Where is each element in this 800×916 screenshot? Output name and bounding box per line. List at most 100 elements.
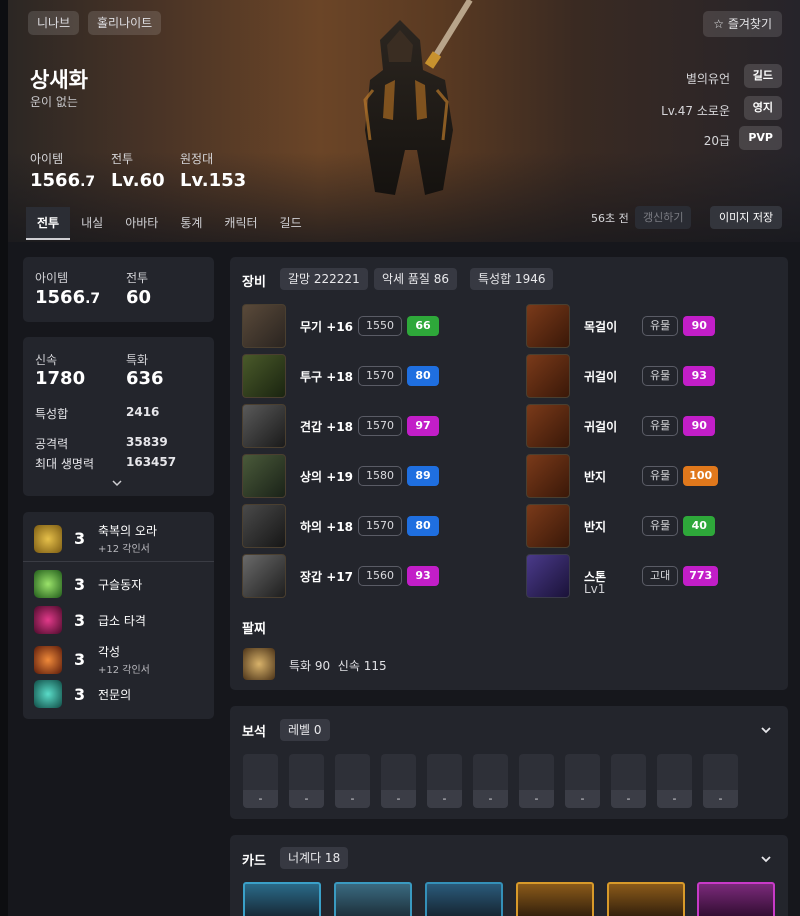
gem-label: - [611, 790, 646, 808]
stat-crit-label: 특화 [126, 353, 149, 367]
item-grade: 유물 [642, 316, 679, 336]
character-title: 운이 없는 [30, 95, 78, 109]
tab-combat[interactable]: 전투 [26, 207, 71, 240]
equipment-top[interactable]: 상의 +19 1580 89 [242, 454, 439, 498]
cards-title: 카드 [242, 854, 266, 869]
gem-label: - [703, 790, 738, 808]
accessory-earring[interactable]: 귀걸이 유물 90 [526, 404, 716, 448]
header-item-level-value: 1566 [30, 170, 81, 191]
bracelet-title: 팔찌 [242, 622, 266, 637]
summary-combat-value: 60 [126, 287, 152, 308]
stat-attack-label: 공격력 [35, 437, 69, 451]
equipment-gloves[interactable]: 장갑 +17 1560 93 [242, 554, 439, 598]
equipment-tag: 특성합 1946 [470, 268, 554, 290]
pvp-button[interactable]: PVP [739, 126, 782, 150]
engraving-item[interactable]: 3 축복의 오라 +12 각인서 [34, 522, 157, 555]
gem-slot[interactable]: - [519, 754, 554, 808]
stat-hp-label: 최대 생명력 [35, 457, 95, 471]
item-level: 1570 [358, 366, 402, 386]
chevron-down-icon[interactable] [759, 723, 773, 737]
summary-item-label: 아이템 [35, 271, 69, 285]
header-expedition-level-label: 원정대 [180, 152, 214, 166]
item-level: 1580 [358, 466, 402, 486]
favorite-button[interactable]: ☆ 즐겨찾기 [703, 11, 782, 37]
class-chip[interactable]: 홀리나이트 [88, 11, 162, 35]
gem-slot[interactable]: - [657, 754, 692, 808]
gem-slot[interactable]: - [565, 754, 600, 808]
guild-button[interactable]: 길드 [743, 64, 782, 88]
server-chip[interactable]: 니나브 [28, 11, 80, 35]
chevron-down-icon[interactable] [759, 852, 773, 866]
equipment-tag: 악세 품질 86 [374, 268, 458, 290]
gem-slot[interactable]: - [381, 754, 416, 808]
engraving-item[interactable]: 3 전문의 [34, 680, 131, 708]
gem-slot[interactable]: - [703, 754, 738, 808]
accessory-necklace[interactable]: 목걸이 유물 90 [526, 304, 716, 348]
bracelet-icon[interactable] [243, 648, 275, 680]
tab-internal[interactable]: 내실 [70, 207, 114, 240]
gem-slot[interactable]: - [427, 754, 462, 808]
tab-characters[interactable]: 캐릭터 [213, 207, 268, 240]
item-quality: 90 [683, 416, 716, 436]
accessory-ring[interactable]: 반지 유물 100 [526, 454, 719, 498]
guild-name: 별의유언 [685, 72, 730, 86]
item-name: 목걸이 [584, 319, 618, 334]
ring-icon [526, 454, 570, 498]
engraving-item[interactable]: 3 급소 타격 [34, 606, 146, 634]
card-slot[interactable] [697, 882, 775, 916]
bracelet-stats: 특화 90 신속 115 [289, 659, 387, 673]
character-artwork [363, 0, 473, 195]
estate-button[interactable]: 영지 [743, 96, 782, 120]
gem-slot[interactable]: - [243, 754, 278, 808]
gem-label: - [657, 790, 692, 808]
profile-tabs: 전투 내실 아바타 통계 캐릭터 길드 [26, 207, 313, 240]
accessory-earring[interactable]: 귀걸이 유물 93 [526, 354, 716, 398]
stat-total-value: 2416 [126, 405, 160, 419]
card-slot[interactable] [607, 882, 685, 916]
gem-label: - [289, 790, 324, 808]
item-grade: 유물 [642, 366, 679, 386]
stone-icon [526, 554, 570, 598]
item-quality: 93 [407, 566, 439, 586]
tab-guild[interactable]: 길드 [269, 207, 313, 240]
save-image-button[interactable]: 이미지 저장 [710, 206, 783, 229]
window-edge [0, 0, 8, 916]
gem-slot[interactable]: - [335, 754, 370, 808]
header-item-level-decimal: .7 [80, 174, 96, 190]
equipment-helmet[interactable]: 투구 +18 1570 80 [242, 354, 439, 398]
equipment-shoulder[interactable]: 견갑 +18 1570 97 [242, 404, 439, 448]
summary-combat-label: 전투 [126, 271, 149, 285]
card-slot[interactable] [516, 882, 594, 916]
item-name: 견갑 +18 [300, 419, 354, 434]
earring-icon [526, 354, 570, 398]
engraving-name: 급소 타격 [98, 613, 146, 628]
gem-slot[interactable]: - [473, 754, 508, 808]
gem-slot[interactable]: - [289, 754, 324, 808]
accessory-stone[interactable]: 스톤 고대 773 [526, 554, 719, 598]
necklace-icon [526, 304, 570, 348]
tab-statistics[interactable]: 통계 [169, 207, 213, 240]
card-slot[interactable] [243, 882, 321, 916]
estate-name: Lv.47 소로운 [661, 104, 730, 118]
card-slot[interactable] [334, 882, 412, 916]
equipment-weapon[interactable]: 무기 +16 1550 66 [242, 304, 439, 348]
helmet-icon [242, 354, 286, 398]
engraving-item[interactable]: 3 구슬동자 [34, 570, 142, 598]
item-quality: 80 [407, 366, 439, 386]
card-slot[interactable] [425, 882, 503, 916]
tab-avatar[interactable]: 아바타 [114, 207, 169, 240]
item-quality: 66 [407, 316, 439, 336]
item-grade: 유물 [642, 416, 679, 436]
engraving-name: 전문의 [98, 687, 132, 702]
engraving-level: 3 [74, 574, 86, 594]
gem-slot[interactable]: - [611, 754, 646, 808]
equipment-bottom[interactable]: 하의 +18 1570 80 [242, 504, 439, 548]
engraving-item[interactable]: 3 각성 +12 각인서 [34, 643, 150, 676]
refresh-button[interactable]: 갱신하기 [635, 206, 692, 229]
accessory-ring[interactable]: 반지 유물 40 [526, 504, 716, 548]
header-combat-level: 전투 Lv.60 [111, 150, 165, 191]
item-level: 1570 [358, 416, 402, 436]
chevron-down-icon[interactable] [111, 477, 123, 489]
item-quality: 90 [683, 316, 716, 336]
item-name: 투구 +18 [300, 369, 354, 384]
